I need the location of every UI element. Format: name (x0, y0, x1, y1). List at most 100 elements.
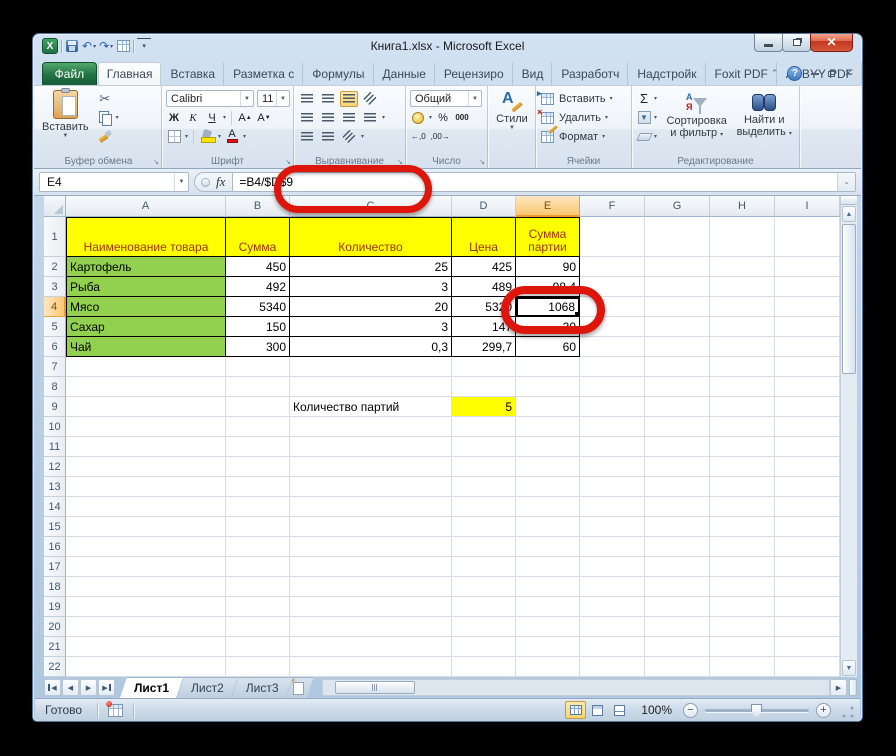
cell-F12[interactable] (580, 457, 645, 477)
paste-button[interactable]: Вставить ▼ (40, 88, 91, 154)
cell-A11[interactable] (66, 437, 226, 457)
tab-file[interactable]: Файл (42, 62, 97, 85)
row-header-20[interactable]: 20 (44, 617, 66, 637)
italic-button[interactable]: К (185, 109, 201, 126)
align-top-button[interactable] (298, 91, 316, 107)
cell-E13[interactable] (516, 477, 580, 497)
borders-button[interactable] (166, 128, 182, 145)
cell-B9[interactable] (226, 397, 290, 417)
redo-button[interactable]: ↷ ▾ (99, 38, 113, 54)
col-header-D[interactable]: D (452, 196, 516, 217)
cell-F15[interactable] (580, 517, 645, 537)
cell-H22[interactable] (710, 657, 775, 677)
minimize-ribbon-icon[interactable]: ⌃ (771, 68, 779, 79)
cell-B1[interactable]: Сумма (226, 217, 290, 257)
cell-E7[interactable] (516, 357, 580, 377)
row-header-12[interactable]: 12 (44, 457, 66, 477)
align-left-button[interactable] (298, 110, 316, 126)
cell-E17[interactable] (516, 557, 580, 577)
cell-D8[interactable] (452, 377, 516, 397)
row-header-22[interactable]: 22 (44, 657, 66, 677)
col-header-I[interactable]: I (775, 196, 840, 217)
resize-grip[interactable] (841, 705, 855, 719)
cell-D19[interactable] (452, 597, 516, 617)
vertical-scrollbar[interactable]: ▲ ▼ (840, 196, 857, 677)
sheet-tab-Лист3[interactable]: Лист3 (232, 677, 293, 698)
cell-C2[interactable]: 25 (290, 257, 452, 277)
zoom-in-button[interactable]: + (816, 702, 831, 718)
cell-C5[interactable]: 3 (290, 317, 452, 337)
cell-H16[interactable] (710, 537, 775, 557)
cell-G3[interactable] (645, 277, 710, 297)
cell-D12[interactable] (452, 457, 516, 477)
row-header-9[interactable]: 9 (44, 397, 66, 417)
cell-F17[interactable] (580, 557, 645, 577)
page-break-view-button[interactable] (609, 701, 630, 719)
cell-H18[interactable] (710, 577, 775, 597)
cell-B3[interactable]: 492 (226, 277, 290, 297)
tab-Рецензиро[interactable]: Рецензиро (435, 62, 513, 85)
cell-B22[interactable] (226, 657, 290, 677)
cell-H10[interactable] (710, 417, 775, 437)
cell-G11[interactable] (645, 437, 710, 457)
shrink-font-button[interactable]: А ▼ (256, 109, 272, 126)
cell-C19[interactable] (290, 597, 452, 617)
cell-D1[interactable]: Цена (452, 217, 516, 257)
cell-A22[interactable] (66, 657, 226, 677)
horizontal-split-handle[interactable] (849, 679, 857, 696)
close-button[interactable]: ✕ (810, 34, 853, 52)
cell-G7[interactable] (645, 357, 710, 377)
cell-H17[interactable] (710, 557, 775, 577)
cell-F21[interactable] (580, 637, 645, 657)
cell-F20[interactable] (580, 617, 645, 637)
cell-A16[interactable] (66, 537, 226, 557)
minimize-button[interactable] (754, 34, 783, 52)
vertical-split-handle[interactable] (841, 196, 857, 205)
row-header-2[interactable]: 2 (44, 257, 66, 277)
cell-I7[interactable] (775, 357, 840, 377)
horizontal-scroll-thumb[interactable] (334, 681, 415, 694)
row-header-13[interactable]: 13 (44, 477, 66, 497)
cell-A17[interactable] (66, 557, 226, 577)
cell-A18[interactable] (66, 577, 226, 597)
find-select-button[interactable]: Найти и выделить ▾ (732, 89, 796, 154)
cell-D21[interactable] (452, 637, 516, 657)
scroll-up-button[interactable]: ▲ (842, 206, 856, 222)
cell-I20[interactable] (775, 617, 840, 637)
cell-C18[interactable] (290, 577, 452, 597)
fill-color-button[interactable] (199, 128, 216, 145)
cell-B20[interactable] (226, 617, 290, 637)
row-header-21[interactable]: 21 (44, 637, 66, 657)
decrease-decimal-button[interactable]: ,00→ (430, 128, 451, 145)
cell-D17[interactable] (452, 557, 516, 577)
cell-D7[interactable] (452, 357, 516, 377)
cell-I10[interactable] (775, 417, 840, 437)
cell-G10[interactable] (645, 417, 710, 437)
save-button[interactable] (65, 38, 79, 54)
col-header-H[interactable]: H (710, 196, 775, 217)
row-header-14[interactable]: 14 (44, 497, 66, 517)
cell-I5[interactable] (775, 317, 840, 337)
cell-A20[interactable] (66, 617, 226, 637)
cell-A10[interactable] (66, 417, 226, 437)
page-layout-view-button[interactable] (587, 701, 608, 719)
align-bottom-button[interactable] (340, 90, 358, 107)
bold-button[interactable]: Ж (166, 109, 182, 126)
cell-I2[interactable] (775, 257, 840, 277)
cell-D14[interactable] (452, 497, 516, 517)
cell-G6[interactable] (645, 337, 710, 357)
cell-B2[interactable]: 450 (226, 257, 290, 277)
cell-H14[interactable] (710, 497, 775, 517)
cell-G14[interactable] (645, 497, 710, 517)
cell-E20[interactable] (516, 617, 580, 637)
cell-C4[interactable]: 20 (290, 297, 452, 317)
cell-C16[interactable] (290, 537, 452, 557)
cell-A1[interactable]: Наименование товара (66, 217, 226, 257)
tab-Разработч[interactable]: Разработч (552, 62, 629, 85)
cell-E12[interactable] (516, 457, 580, 477)
undo-button[interactable]: ↶ ▾ (82, 38, 96, 54)
delete-cells-button[interactable]: × Удалить ▾ (537, 107, 613, 127)
underline-button[interactable]: Ч (204, 109, 220, 126)
cell-E11[interactable] (516, 437, 580, 457)
cell-C6[interactable]: 0,3 (290, 337, 452, 357)
